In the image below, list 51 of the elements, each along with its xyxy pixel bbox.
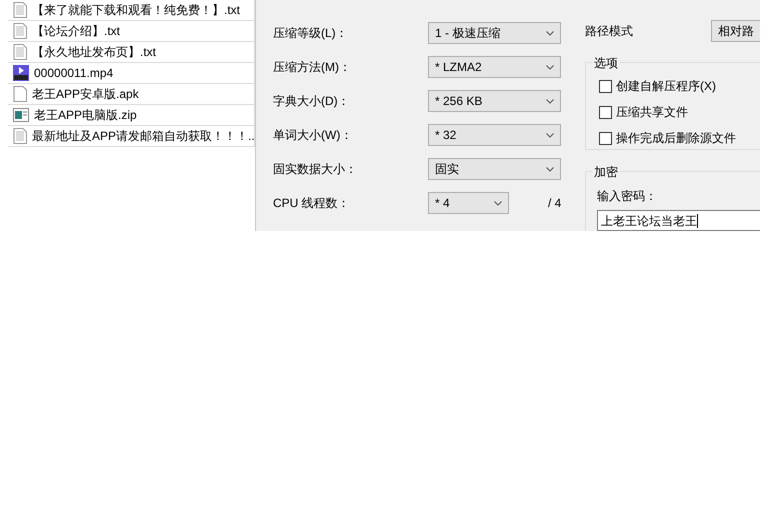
chevron-down-icon (546, 132, 554, 138)
file-row[interactable]: 老王APP电脑版.zip (8, 105, 255, 126)
dropdown[interactable]: * LZMA2 (428, 56, 561, 78)
file-row[interactable]: 老王APP安卓版.apk (8, 84, 255, 105)
chevron-down-icon (546, 30, 554, 36)
chevron-down-icon (494, 200, 502, 206)
setting-label: 压缩方法(M)： (273, 59, 352, 76)
window-file-icon (13, 108, 29, 122)
setting-label: 压缩等级(L)： (273, 25, 349, 42)
setting-label: 单词大小(W)： (273, 127, 354, 144)
checkbox-label: 操作完成后删除源文件 (616, 130, 736, 147)
setting-label: 字典大小(D)： (273, 93, 351, 110)
dropdown[interactable]: * 32 (428, 124, 561, 146)
checkbox[interactable] (599, 80, 612, 92)
file-row[interactable]: 【永久地址发布页】.txt (8, 42, 255, 63)
file-row[interactable]: 【论坛介绍】.txt (8, 21, 255, 42)
file-row[interactable]: 最新地址及APP请发邮箱自动获取！！！.. (8, 126, 255, 147)
path-mode-label: 路径模式 (585, 23, 634, 40)
blank-file-icon (13, 86, 27, 102)
file-row[interactable]: 00000011.mp4 (8, 63, 255, 84)
file-row[interactable]: 【来了就能下载和观看！纯免费！】.txt (8, 0, 255, 21)
text-file-icon (13, 128, 27, 144)
setting-label: 固实数据大小： (273, 161, 358, 178)
text-file-icon (13, 2, 27, 18)
password-field[interactable]: 上老王论坛当老王 (597, 210, 760, 231)
chevron-down-icon (546, 166, 554, 172)
text-file-icon (13, 23, 27, 39)
file-name: 【永久地址发布页】.txt (32, 44, 156, 61)
file-name: 00000011.mp4 (34, 65, 114, 82)
file-name: 【来了就能下载和观看！纯免费！】.txt (32, 2, 240, 19)
checkbox-label: 创建自解压程序(X) (616, 78, 716, 95)
password-label: 输入密码： (597, 188, 658, 205)
video-file-icon (13, 65, 29, 81)
file-name: 【论坛介绍】.txt (32, 23, 120, 40)
file-name: 老王APP电脑版.zip (34, 107, 137, 124)
dropdown[interactable]: 1 - 极速压缩 (428, 22, 561, 44)
text-file-icon (13, 44, 27, 60)
checkbox[interactable] (599, 106, 612, 118)
setting-label: CPU 线程数： (273, 195, 351, 212)
chevron-down-icon (546, 98, 554, 104)
chevron-down-icon (546, 64, 554, 70)
dropdown[interactable]: * 256 KB (428, 90, 561, 112)
dropdown[interactable]: 相对路 (711, 20, 760, 42)
dropdown[interactable]: * 4 (428, 192, 509, 214)
dropdown[interactable]: 固实 (428, 158, 561, 180)
file-name: 最新地址及APP请发邮箱自动获取！！！.. (32, 128, 255, 145)
checkbox[interactable] (599, 132, 612, 144)
group-title: 选项 (592, 54, 620, 72)
file-name: 老王APP安卓版.apk (32, 86, 139, 103)
thread-max: / 4 (548, 195, 562, 212)
checkbox-label: 压缩共享文件 (616, 104, 688, 121)
